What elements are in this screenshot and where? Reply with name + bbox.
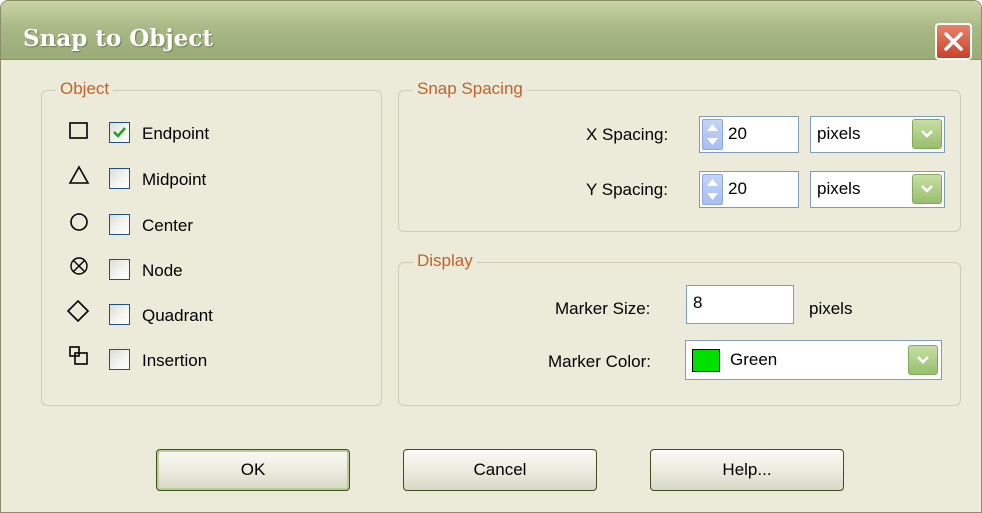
checkmark-icon xyxy=(113,127,126,138)
center-checkbox[interactable] xyxy=(109,214,130,235)
marker-size-value[interactable]: 8 xyxy=(693,293,702,313)
display-group: Display Marker Size: 8 pixels Marker Col… xyxy=(398,251,961,406)
endpoint-label[interactable]: Endpoint xyxy=(142,124,209,144)
window-title: Snap to Object xyxy=(23,25,213,52)
display-legend: Display xyxy=(413,251,477,271)
spin-arrows-icon xyxy=(707,124,718,145)
insertion-checkbox[interactable] xyxy=(109,349,130,370)
y-unit-dropdown-button[interactable] xyxy=(912,174,942,204)
marker-size-unit: pixels xyxy=(809,299,853,318)
x-spacing-spin-buttons[interactable] xyxy=(702,119,723,150)
x-unit-dropdown-button[interactable] xyxy=(912,119,942,149)
marker-color-dropdown-button[interactable] xyxy=(908,345,938,375)
snap-spacing-group: Snap Spacing X Spacing: 20 pixels Y Spac… xyxy=(398,79,961,232)
center-label[interactable]: Center xyxy=(142,216,193,236)
marker-color-select[interactable]: Green xyxy=(685,340,942,380)
close-icon xyxy=(944,32,963,51)
object-group: Object Endpoint Midpoint Center Node Qua… xyxy=(41,79,382,406)
midpoint-label[interactable]: Midpoint xyxy=(142,170,206,190)
ok-button[interactable]: OK xyxy=(156,449,350,491)
title-bar[interactable]: Snap to Object xyxy=(1,1,981,60)
snap-to-object-dialog: Snap to Object Object Endpoint Midpoint xyxy=(0,0,982,513)
marker-color-value: Green xyxy=(730,350,778,369)
circle-icon xyxy=(70,213,88,231)
color-swatch xyxy=(692,349,720,372)
x-spacing-spinner[interactable]: 20 xyxy=(699,116,799,153)
y-spacing-label: Y Spacing: xyxy=(586,180,668,199)
midpoint-checkbox[interactable] xyxy=(109,168,130,189)
marker-size-label: Marker Size: xyxy=(555,299,651,318)
help-button[interactable]: Help... xyxy=(650,449,844,491)
endpoint-checkbox[interactable] xyxy=(109,122,130,143)
x-spacing-unit-select[interactable]: pixels xyxy=(810,116,945,153)
snap-spacing-legend: Snap Spacing xyxy=(413,79,527,99)
node-label[interactable]: Node xyxy=(142,261,183,281)
x-spacing-unit-value: pixels xyxy=(817,124,861,143)
y-spacing-unit-select[interactable]: pixels xyxy=(810,171,945,208)
y-spacing-spinner[interactable]: 20 xyxy=(699,171,799,208)
cancel-button[interactable]: Cancel xyxy=(403,449,597,491)
x-spacing-value[interactable]: 20 xyxy=(728,124,747,144)
insertion-label[interactable]: Insertion xyxy=(142,351,207,371)
chevron-down-icon xyxy=(917,356,929,364)
triangle-icon xyxy=(68,165,90,184)
close-button[interactable] xyxy=(935,23,972,60)
y-spacing-unit-value: pixels xyxy=(817,179,861,198)
x-spacing-label: X Spacing: xyxy=(586,125,669,144)
marker-size-input[interactable]: 8 xyxy=(686,285,794,324)
chevron-down-icon xyxy=(921,185,933,193)
square-icon xyxy=(69,122,88,139)
chevron-down-icon xyxy=(921,130,933,138)
marker-color-label: Marker Color: xyxy=(548,352,651,371)
y-spacing-spin-buttons[interactable] xyxy=(702,174,723,205)
crossed-circle-icon xyxy=(70,257,88,275)
diamond-icon xyxy=(66,299,90,323)
y-spacing-value[interactable]: 20 xyxy=(728,179,747,199)
object-group-legend: Object xyxy=(56,79,114,99)
node-checkbox[interactable] xyxy=(109,259,130,280)
quadrant-checkbox[interactable] xyxy=(109,304,130,325)
insertion-icon xyxy=(69,346,88,365)
quadrant-label[interactable]: Quadrant xyxy=(142,306,213,326)
spin-arrows-icon xyxy=(707,179,718,200)
